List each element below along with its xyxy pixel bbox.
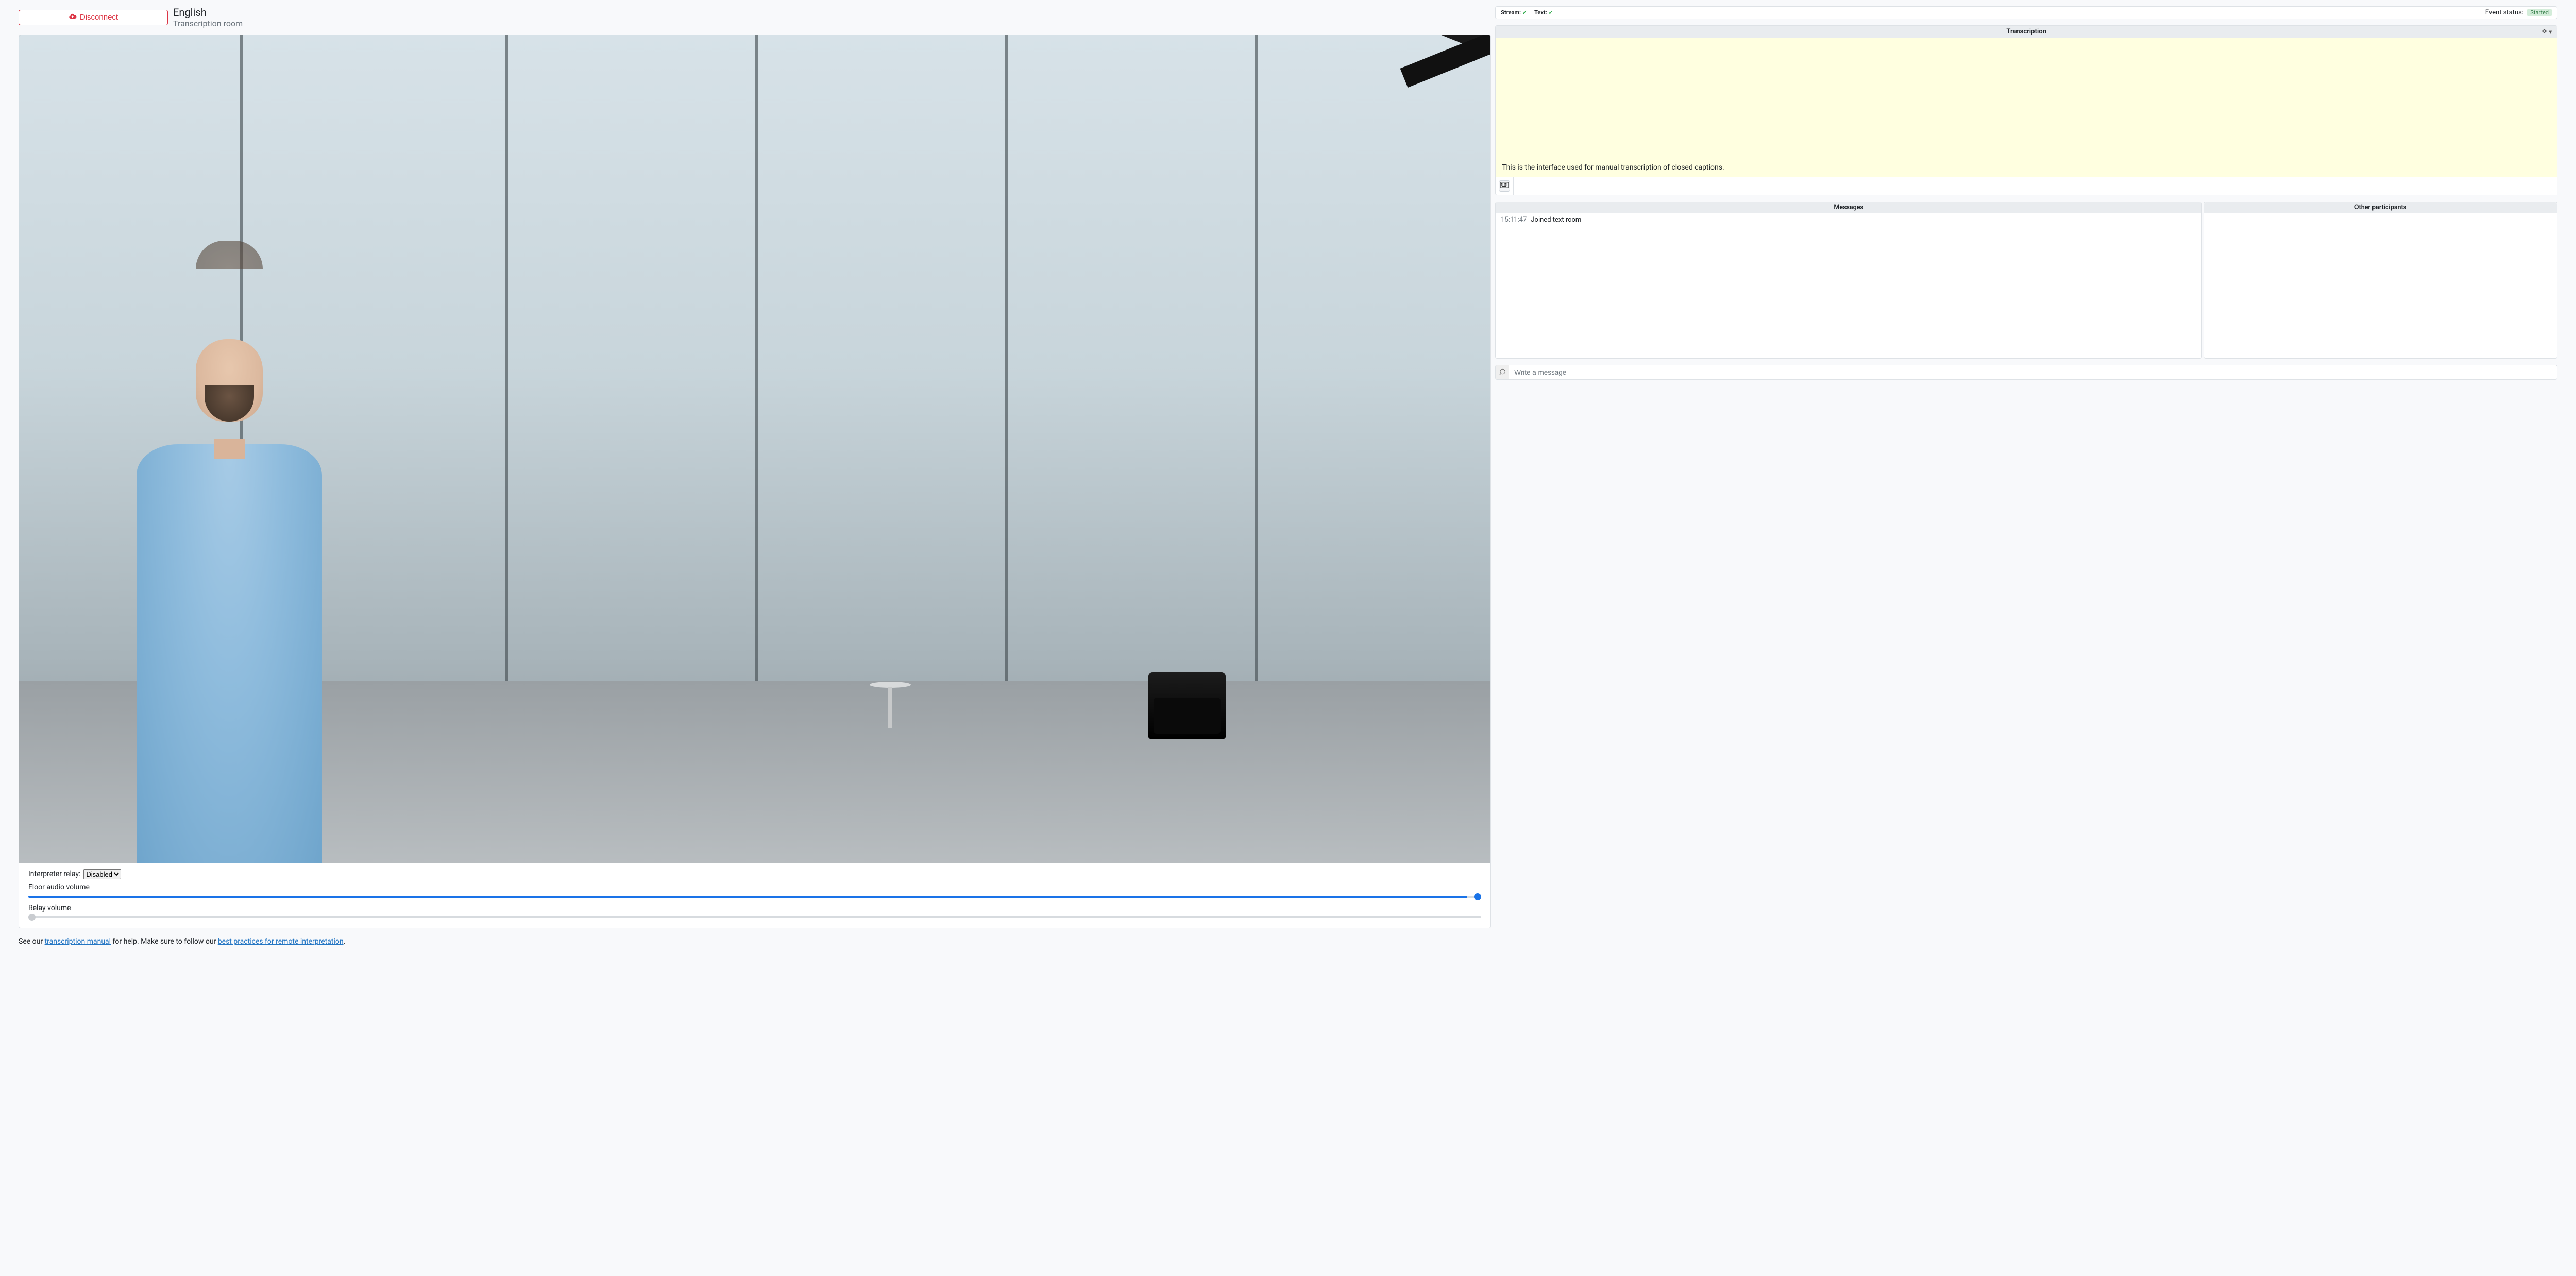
- compose-row: [1495, 365, 2557, 380]
- transcription-body: This is the interface used for manual tr…: [1496, 38, 2557, 177]
- disconnect-button[interactable]: Disconnect: [19, 10, 168, 25]
- event-status-label: Event status:: [2485, 9, 2523, 16]
- relay-volume-slider[interactable]: [28, 916, 1481, 918]
- room-title-block: English Transcription room: [173, 6, 243, 28]
- message-text: Joined text room: [1531, 216, 1581, 224]
- interpreter-relay-label: Interpreter relay:: [28, 870, 80, 878]
- chevron-down-icon: ▾: [2549, 28, 2552, 35]
- check-icon: ✓: [1549, 9, 1553, 16]
- gear-icon: [2541, 28, 2547, 36]
- keyboard-icon: [1500, 182, 1509, 190]
- best-practices-link[interactable]: best practices for remote interpretation: [218, 937, 344, 946]
- keyboard-button[interactable]: [1499, 180, 1510, 192]
- help-text: See our transcription manual for help. M…: [19, 937, 1491, 946]
- transcription-input[interactable]: [1513, 177, 2557, 195]
- floor-volume-label: Floor audio volume: [28, 883, 1481, 892]
- messages-header: Messages: [1496, 202, 2201, 213]
- video-card: Interpreter relay: Disabled Floor audio …: [19, 35, 1491, 928]
- event-status-badge: Started: [2527, 9, 2552, 16]
- video-stream[interactable]: [19, 35, 1490, 863]
- interpreter-relay-select[interactable]: Disabled: [83, 869, 121, 879]
- participants-panel: Other participants: [2204, 202, 2557, 359]
- participants-header: Other participants: [2204, 202, 2557, 213]
- compose-icon-box: [1496, 365, 1509, 379]
- room-language: English: [173, 6, 243, 19]
- message-timestamp: 15:11:47: [1501, 216, 1527, 224]
- status-bar: Stream: ✓ Text: ✓ Event status: Started: [1495, 6, 2557, 19]
- check-icon: ✓: [1522, 9, 1527, 16]
- stream-status-label: Stream:: [1501, 9, 1521, 16]
- messages-panel: Messages 15:11:47 Joined text room: [1495, 202, 2202, 359]
- text-status-label: Text:: [1534, 9, 1547, 16]
- transcription-settings-button[interactable]: ▾: [2541, 28, 2552, 36]
- disconnect-label: Disconnect: [80, 13, 118, 22]
- chat-icon: [1499, 368, 1506, 377]
- room-subtitle: Transcription room: [173, 19, 243, 28]
- transcription-caption-text: This is the interface used for manual tr…: [1502, 163, 2551, 172]
- relay-volume-label: Relay volume: [28, 904, 1481, 912]
- cloud-disconnect-icon: [69, 12, 77, 23]
- transcription-manual-link[interactable]: transcription manual: [45, 937, 111, 946]
- transcription-header: Transcription: [2006, 28, 2046, 36]
- message-entry: 15:11:47 Joined text room: [1501, 216, 2196, 224]
- floor-volume-slider[interactable]: [28, 896, 1481, 898]
- transcription-panel: Transcription ▾ This is the interface us…: [1495, 25, 2557, 195]
- compose-input[interactable]: [1509, 365, 2557, 379]
